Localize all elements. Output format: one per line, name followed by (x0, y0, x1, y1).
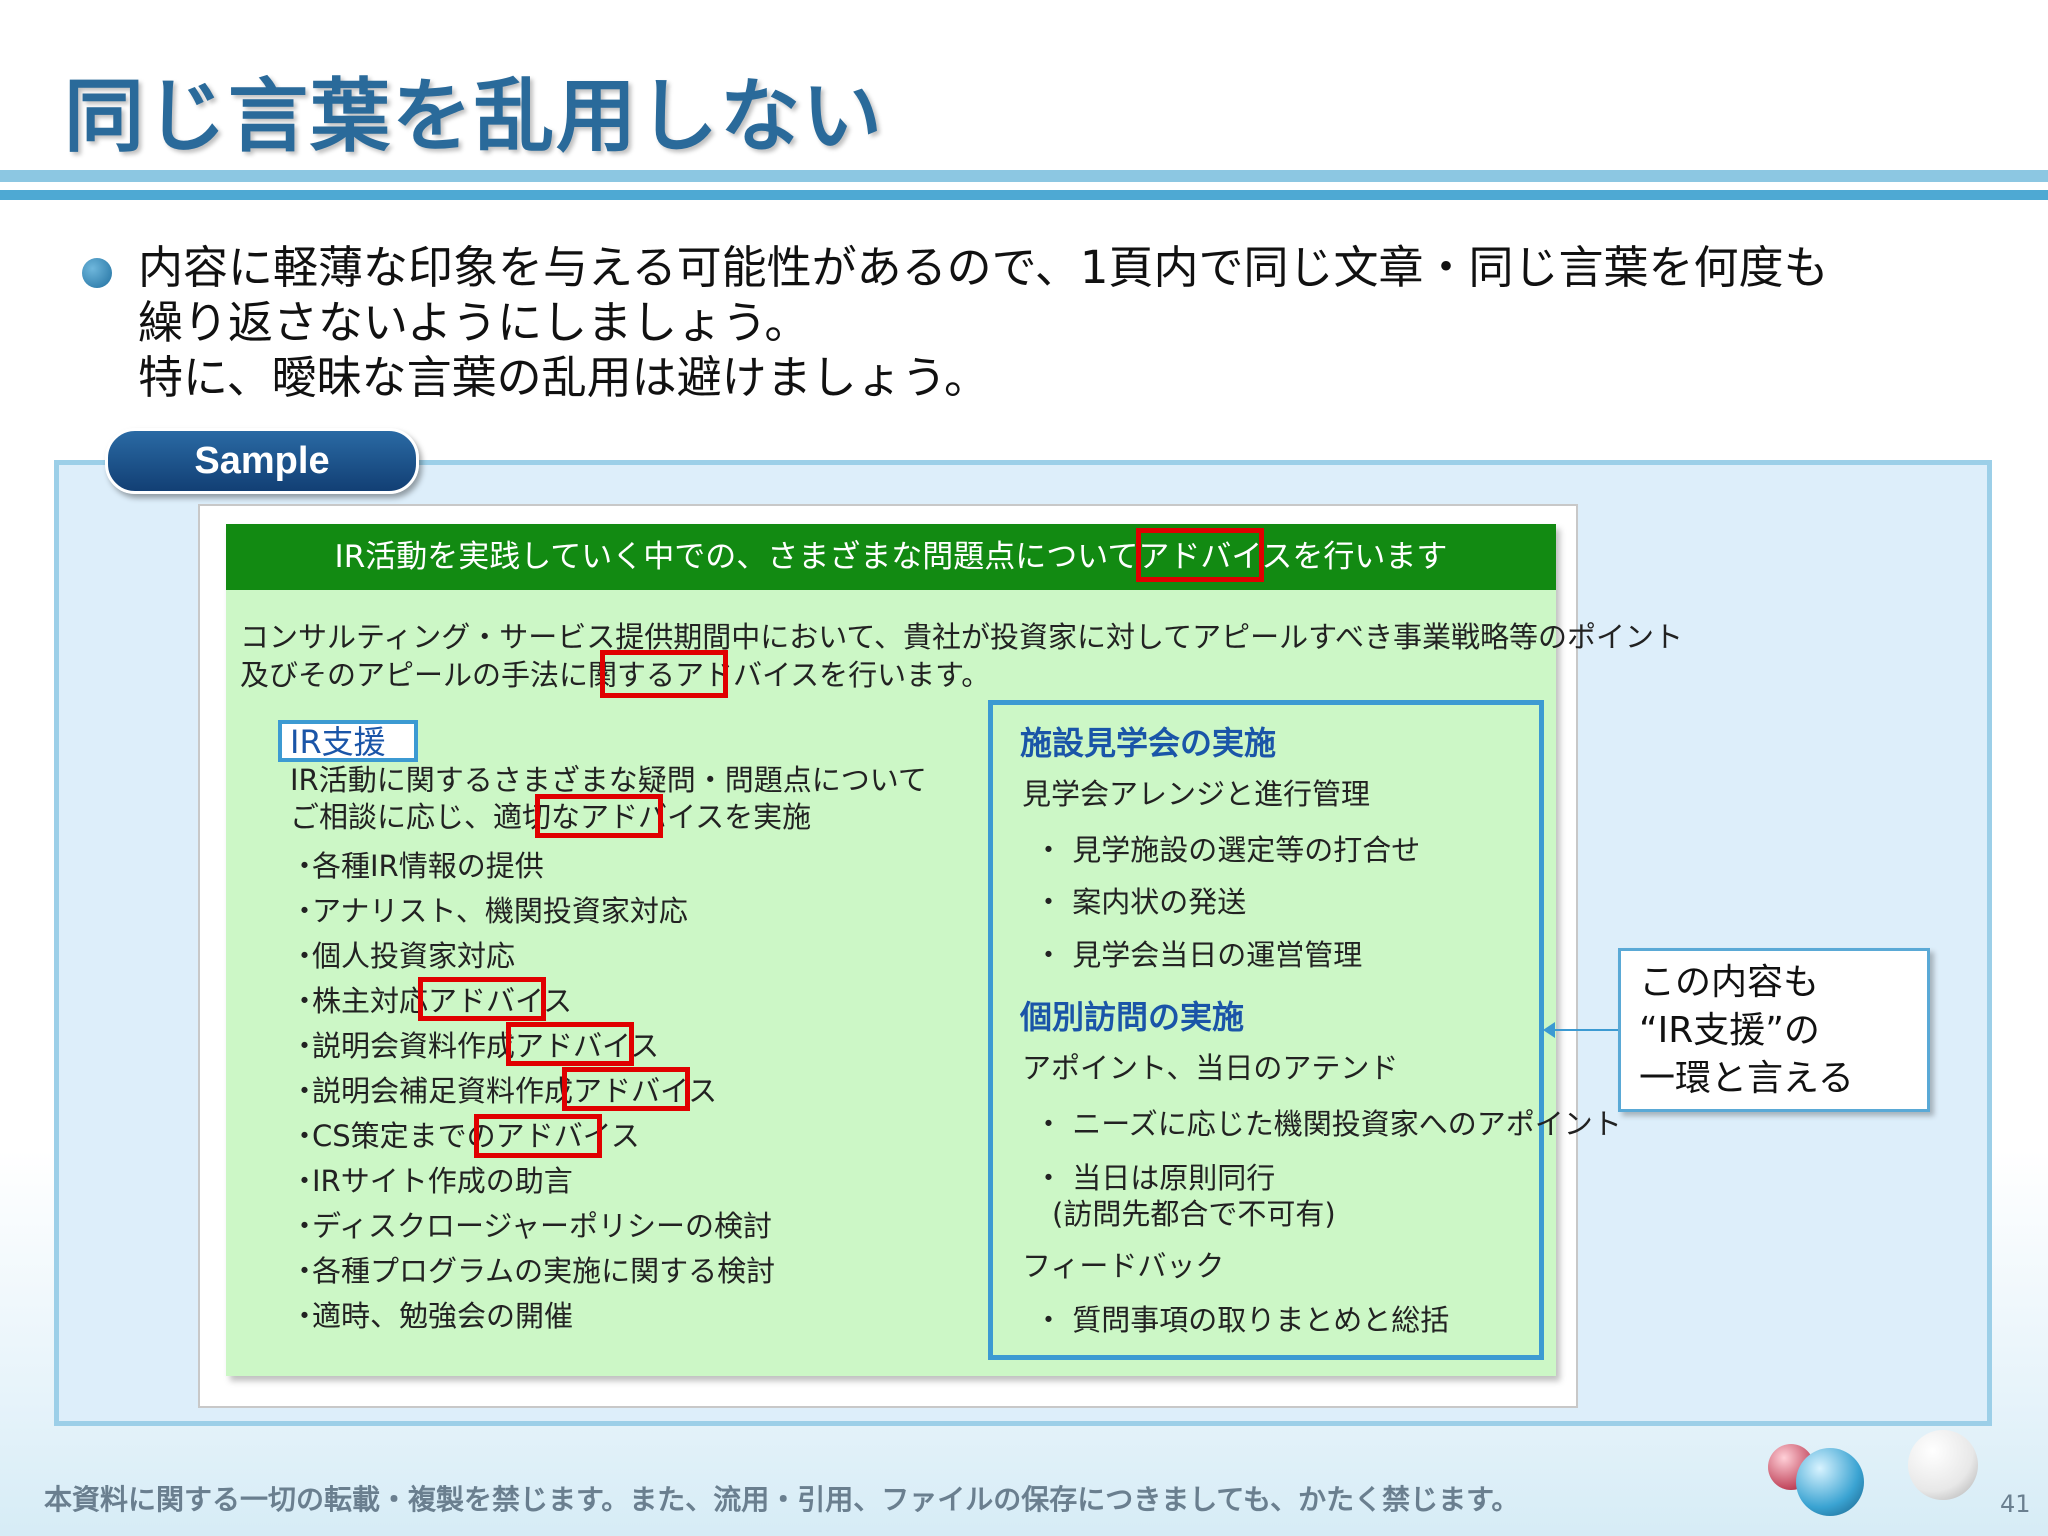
list-item: ・ ニーズに応じた機関投資家へのアポイント (1034, 1107, 1622, 1141)
feedback-sub: フィードバック (1022, 1249, 1225, 1283)
individual-visit-sub: アポイント、当日のアテンド (1022, 1051, 1399, 1085)
bullet-text: 内容に軽薄な印象を与える可能性があるので、1頁内で同じ文章・同じ言葉を何度も 繰… (138, 240, 1998, 405)
highlight-box (562, 1067, 690, 1111)
highlight-box (600, 650, 728, 698)
individual-visit-heading: 個別訪問の実施 (1020, 998, 1245, 1036)
bullet-line: 繰り返さないようにしましょう。 (138, 296, 810, 349)
callout-line: 一環と言える (1639, 1058, 1854, 1099)
facility-tour-heading: 施設見学会の実施 (1020, 724, 1277, 762)
ir-support-label: IR支援 (278, 720, 418, 762)
list-item: ・ 見学会当日の運営管理 (1034, 938, 1363, 972)
list-item: ・アナリスト、機関投資家対応 (290, 894, 688, 928)
list-item: ・ 案内状の発送 (1034, 885, 1247, 919)
callout-line: “IR支援”の (1639, 1010, 1820, 1051)
intro-line: 及びそのアピールの手法に関するアドバイスを行います。 (240, 658, 991, 692)
page-number: 41 (2000, 1490, 2031, 1518)
sample-header: IR活動を実践していく中での、さまざまな問題点についてアドバイスを行います (226, 524, 1556, 590)
list-item: ・ 見学施設の選定等の打合せ (1034, 833, 1421, 867)
list-item: ・各種プログラムの実施に関する検討 (290, 1254, 776, 1288)
list-item: ・ 質問事項の取りまとめと総括 (1034, 1303, 1450, 1337)
bullet-line: 内容に軽薄な印象を与える可能性があるので、1頁内で同じ文章・同じ言葉を何度も (138, 241, 1829, 294)
list-item: ・説明会補足資料作成アドバイス (290, 1074, 718, 1108)
highlight-box (474, 1114, 602, 1158)
decorative-white-sphere-icon (1908, 1430, 1978, 1500)
bullet-line: 特に、曖昧な言葉の乱用は避けましょう。 (138, 351, 989, 404)
list-item: ・ 当日は原則同行 (1034, 1161, 1276, 1195)
callout-arrow (1548, 1029, 1618, 1031)
facility-tour-sub: 見学会アレンジと進行管理 (1022, 777, 1371, 811)
ir-support-list: ・各種IR情報の提供 ・アナリスト、機関投資家対応 ・個人投資家対応 ・株主対応… (290, 844, 775, 1339)
list-item-note: (訪問先都合で不可有) (1052, 1197, 1336, 1231)
intro-line: コンサルティング・サービス提供期間中において、貴社が投資家に対してアピールすべき… (240, 620, 1684, 654)
bullet-dot-icon (82, 258, 112, 288)
list-item: ・ディスクロージャーポリシーの検討 (290, 1209, 772, 1243)
highlight-box (535, 794, 663, 838)
list-item: ・各種IR情報の提供 (290, 849, 544, 883)
list-item: ・適時、勉強会の開催 (290, 1299, 574, 1333)
list-item: ・個人投資家対応 (290, 939, 516, 973)
arrow-left-icon (1543, 1022, 1555, 1038)
slide-title: 同じ言葉を乱用しない (64, 70, 884, 163)
sample-intro: コンサルティング・サービス提供期間中において、貴社が投資家に対してアピールすべき… (240, 618, 1683, 694)
callout-line: この内容も (1639, 962, 1820, 1003)
footer-notice: 本資料に関する一切の転載・複製を禁じます。また、流用・引用、ファイルの保存につき… (44, 1483, 1520, 1516)
sample-tab-label: Sample (105, 428, 419, 494)
highlight-box (1136, 528, 1264, 582)
title-rule-dark (0, 190, 2048, 200)
list-item: ・IRサイト作成の助言 (290, 1164, 573, 1198)
highlight-box (418, 977, 546, 1021)
callout-note: この内容も “IR支援”の 一環と言える (1618, 948, 1930, 1112)
highlight-box (506, 1022, 634, 1066)
title-rule-light (0, 170, 2048, 182)
decorative-blue-sphere-icon (1796, 1448, 1864, 1516)
